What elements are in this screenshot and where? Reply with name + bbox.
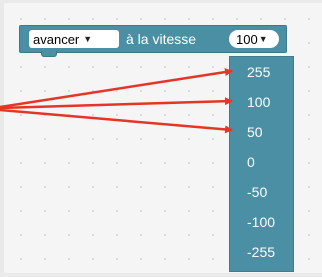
arrow-to-50 — [0, 108, 233, 134]
annotation-arrows — [0, 68, 233, 134]
